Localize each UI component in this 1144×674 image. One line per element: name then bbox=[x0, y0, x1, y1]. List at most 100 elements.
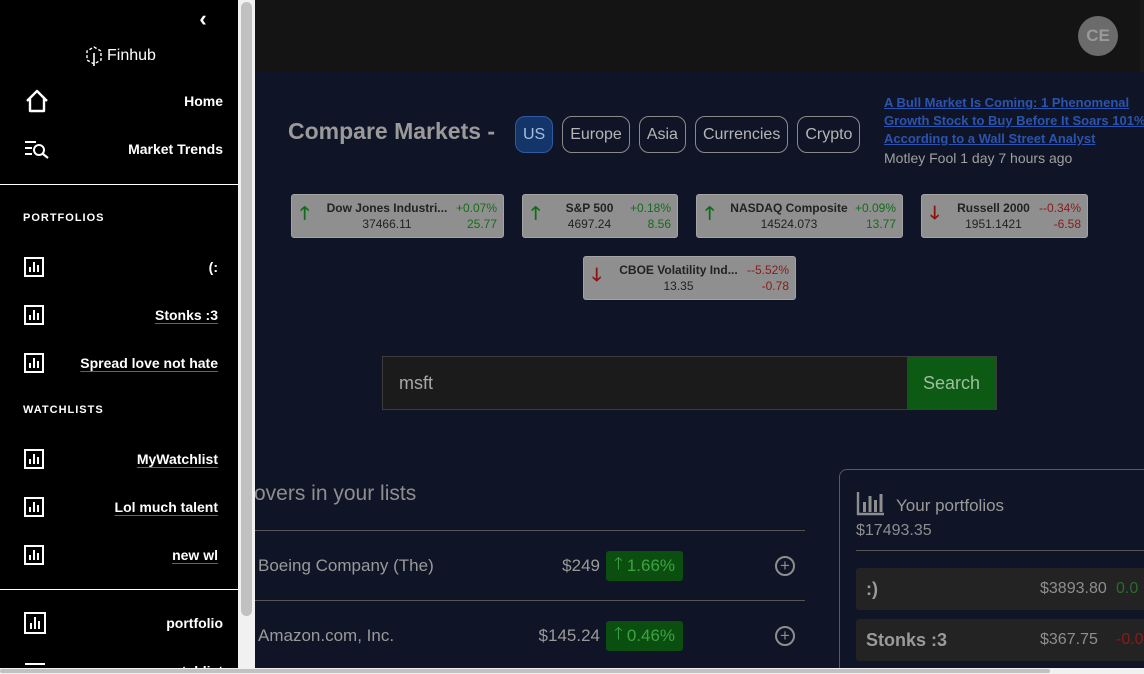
chevron-left-icon[interactable]: ‹ bbox=[192, 6, 214, 31]
ticker-pct: --5.52% bbox=[746, 263, 789, 277]
horizontal-scrollbar[interactable] bbox=[0, 668, 1144, 674]
portfolio-row-value: $367.75 bbox=[1040, 631, 1098, 648]
ticker-value: 37466.11 bbox=[362, 217, 412, 231]
tab-europe[interactable]: Europe bbox=[562, 116, 630, 153]
ticker-name: S&P 500 bbox=[565, 201, 614, 215]
tab-currencies[interactable]: Currencies bbox=[694, 116, 789, 153]
tab-asia[interactable]: Asia bbox=[638, 116, 686, 153]
finhub-logo-icon bbox=[86, 46, 102, 66]
horizontal-scroll-thumb[interactable] bbox=[0, 669, 1050, 673]
arrow-up-icon: 🡑 bbox=[614, 554, 623, 573]
search-button[interactable]: Search bbox=[907, 357, 996, 409]
chart-icon bbox=[24, 449, 44, 469]
portfolio-row-change: -0.0 bbox=[1116, 631, 1144, 648]
ticker-value: 14524.073 bbox=[760, 217, 818, 231]
chart-icon bbox=[24, 612, 46, 634]
compare-markets-title: Compare Markets - bbox=[288, 118, 496, 144]
user-avatar[interactable]: CE bbox=[1078, 16, 1118, 56]
sidebar-item-watchlist[interactable]: new wl bbox=[0, 535, 238, 575]
sidebar-item-label: new wl bbox=[172, 547, 218, 563]
sidebar-scrollbar[interactable] bbox=[238, 0, 255, 668]
arrow-down-icon: 🡓 bbox=[592, 265, 602, 285]
sidebar-item-label: MyWatchlist bbox=[136, 451, 218, 467]
sidebar-item-label: Home bbox=[184, 93, 223, 109]
chart-icon bbox=[24, 257, 44, 277]
list-icon bbox=[25, 663, 45, 665]
sidebar-item-market-trends[interactable]: Market Trends bbox=[0, 129, 238, 169]
sidebar-item-label: (: bbox=[208, 259, 218, 275]
ticker-pct: +0.07% bbox=[455, 201, 497, 215]
sidebar-item-portfolio[interactable]: Stonks :3 bbox=[0, 295, 238, 335]
mover-name: Boeing Company (The) bbox=[258, 555, 434, 575]
add-circle-icon[interactable]: + bbox=[775, 555, 795, 576]
sidebar-item-watchlist[interactable]: Lol much talent bbox=[0, 487, 238, 527]
sidebar-item-label: Spread love not hate bbox=[80, 355, 218, 371]
mover-price: $249 bbox=[562, 555, 600, 575]
sidebar-drawer: ‹ Finhub Home Market Trends PORTFOLIOS (… bbox=[0, 0, 238, 668]
news-meta: Motley Fool 1 day 7 hours ago bbox=[884, 150, 1073, 166]
ticker-name: Russell 2000 bbox=[957, 201, 1030, 215]
ticker-pct: +0.09% bbox=[854, 201, 896, 215]
sidebar-item-home[interactable]: Home bbox=[0, 81, 238, 121]
add-circle-icon[interactable]: + bbox=[775, 625, 795, 646]
arrow-up-icon: 🡑 bbox=[531, 203, 541, 223]
portfolio-row-name: :) bbox=[866, 578, 878, 599]
portfolio-row-name: Stonks :3 bbox=[866, 629, 948, 650]
portfolio-row-change: 0.0 bbox=[1116, 580, 1139, 597]
chart-icon bbox=[24, 497, 44, 517]
movers-title: overs in your lists bbox=[254, 482, 417, 505]
mover-change-badge: 🡑 1.66% bbox=[606, 550, 684, 581]
ticker-change: -6.58 bbox=[1053, 217, 1081, 231]
ticker-card[interactable]: 🡓 Russell 2000 1951.1421 --0.34% -6.58 bbox=[921, 194, 1088, 238]
ticker-card[interactable]: 🡓 CBOE Volatility Ind... 13.35 --5.52% -0.… bbox=[583, 256, 796, 300]
market-trends-icon bbox=[25, 141, 49, 159]
sidebar-scroll-thumb[interactable] bbox=[241, 2, 252, 616]
section-heading-portfolios: PORTFOLIOS bbox=[23, 212, 105, 224]
sidebar-item-watchlist[interactable]: MyWatchlist bbox=[0, 439, 238, 479]
mover-change-badge: 🡑 0.46% bbox=[606, 620, 684, 651]
sidebar-item-portfolio[interactable]: Spread love not hate bbox=[0, 343, 238, 383]
arrow-down-icon: 🡓 bbox=[930, 203, 940, 223]
mover-price: $145.24 bbox=[538, 625, 600, 645]
ticker-pct: +0.18% bbox=[629, 201, 671, 215]
news-headline-link[interactable]: A Bull Market Is Coming: 1 Phenomenal Gr… bbox=[884, 94, 1144, 148]
search-bar: Search bbox=[382, 356, 997, 410]
ticker-change: 13.77 bbox=[865, 217, 896, 231]
sidebar-item-watchlist-page[interactable]: watchlist bbox=[0, 651, 238, 668]
ticker-change: 8.56 bbox=[647, 217, 671, 231]
sidebar-item-label: Stonks :3 bbox=[154, 307, 218, 323]
ticker-card[interactable]: 🡑 Dow Jones Industri... 37466.11 +0.07% 25… bbox=[291, 194, 504, 238]
portfolio-row[interactable]: :) $3893.80 0.0 bbox=[856, 568, 1144, 610]
ticker-value: 1951.1421 bbox=[965, 217, 1022, 231]
mover-change: 0.46% bbox=[626, 625, 676, 645]
ticker-value: 4697.24 bbox=[567, 217, 612, 231]
mover-name: Amazon.com, Inc. bbox=[258, 625, 395, 645]
divider bbox=[856, 550, 1144, 551]
chart-icon bbox=[24, 305, 44, 325]
portfolios-total: $17493.35 bbox=[856, 522, 932, 539]
mover-change: 1.66% bbox=[626, 555, 676, 575]
portfolios-card-title: Your portfolios bbox=[896, 496, 1005, 515]
table-row[interactable]: Amazon.com, Inc. $145.24 🡑 0.46% + bbox=[254, 600, 805, 668]
arrow-up-icon: 🡑 bbox=[705, 203, 715, 223]
chart-icon bbox=[24, 353, 44, 373]
portfolio-row[interactable]: Stonks :3 $367.75 -0.0 bbox=[856, 619, 1144, 661]
ticker-change: -0.78 bbox=[761, 279, 789, 293]
ticker-name: CBOE Volatility Ind... bbox=[619, 263, 738, 277]
sidebar-item-portfolio[interactable]: (: bbox=[0, 247, 238, 287]
home-icon bbox=[26, 89, 48, 113]
tab-crypto[interactable]: Crypto bbox=[797, 116, 861, 153]
arrow-up-icon: 🡑 bbox=[614, 624, 623, 643]
portfolios-card: Your portfolios $17493.35 :) $3893.80 0.… bbox=[839, 469, 1144, 668]
sidebar-item-label: Lol much talent bbox=[114, 499, 218, 515]
tab-us[interactable]: US bbox=[515, 116, 554, 153]
ticker-name: NASDAQ Composite bbox=[730, 201, 848, 215]
ticker-card[interactable]: 🡑 NASDAQ Composite 14524.073 +0.09% 13.77 bbox=[696, 194, 903, 238]
ticker-card[interactable]: 🡑 S&P 500 4697.24 +0.18% 8.56 bbox=[522, 194, 678, 238]
search-input[interactable] bbox=[383, 357, 907, 409]
brand-logo[interactable]: Finhub bbox=[84, 45, 156, 67]
sidebar-item-label: portfolio bbox=[166, 615, 223, 631]
sidebar-item-portfolio-page[interactable]: portfolio bbox=[0, 603, 238, 643]
news-item: A Bull Market Is Coming: 1 Phenomenal Gr… bbox=[884, 94, 1144, 167]
table-row[interactable]: Boeing Company (The) $249 🡑 1.66% + bbox=[254, 530, 805, 600]
